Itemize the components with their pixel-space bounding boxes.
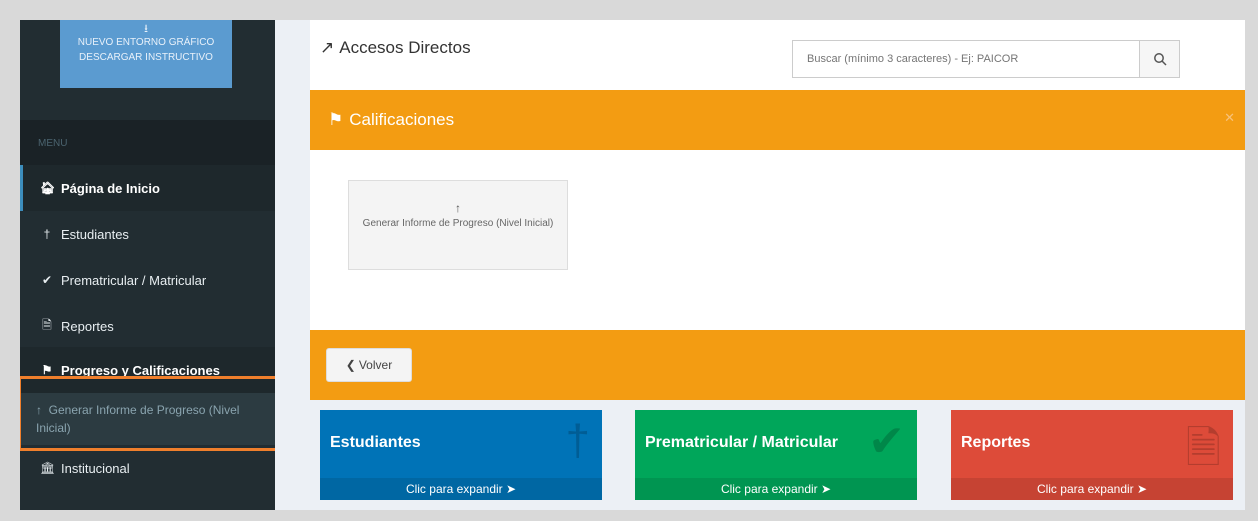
promo-line-2: DESCARGAR INSTRUCTIVO — [79, 52, 213, 63]
box-estudiantes[interactable]: † Estudiantes Clic para expandir ➤ — [320, 410, 602, 500]
app-window: ⭳ NUEVO ENTORNO GRÁFICO DESCARGAR INSTRU… — [20, 20, 1245, 510]
flag-icon: ⚑ — [328, 110, 344, 129]
box-footer-label: Clic para expandir — [1036, 482, 1134, 496]
section-title: Calificaciones — [349, 110, 455, 129]
check-icon: ✔ — [41, 273, 53, 287]
close-icon[interactable]: ✕ — [1224, 110, 1235, 126]
section-footer: ❮ Volver — [310, 330, 1245, 400]
box-reportes[interactable]: 🗎 Reportes Clic para expandir ➤ — [951, 410, 1233, 500]
box-title: Prematricular / Matricular — [645, 434, 838, 451]
student-icon: † — [565, 416, 590, 465]
institution-icon: 🏛︎ — [40, 461, 56, 475]
sidebar-item-inicio[interactable]: 🏠︎ Página de Inicio — [20, 165, 275, 211]
sidebar-item-reportes[interactable]: 🗎 Reportes — [20, 303, 275, 349]
sidebar-item-label: Página de Inicio — [61, 180, 160, 196]
back-button[interactable]: ❮ Volver — [326, 348, 412, 382]
upload-icon: ↑ — [455, 201, 461, 215]
tile-label: Generar Informe de Progreso (Nivel Inici… — [362, 218, 554, 229]
arrow-circle-right-icon: ➤ — [506, 482, 517, 496]
search-box — [792, 40, 1180, 78]
search-button[interactable] — [1139, 41, 1179, 77]
section-header-calificaciones: ⚑ Calificaciones ✕ — [310, 90, 1245, 150]
shortcut-tile-generar-informe[interactable]: ↑ Generar Informe de Progreso (Nivel Ini… — [348, 180, 568, 270]
box-title: Estudiantes — [330, 434, 421, 451]
sidebar-item-prematricular[interactable]: ✔ Prematricular / Matricular — [20, 257, 275, 303]
box-prematricular[interactable]: ✔ Prematricular / Matricular Clic para e… — [635, 410, 917, 500]
arrow-circle-right-icon: ➤ — [1137, 482, 1148, 496]
section-body: ↑ Generar Informe de Progreso (Nivel Ini… — [310, 150, 1245, 330]
search-input[interactable] — [793, 41, 1139, 77]
sidebar-item-institucional[interactable]: 🏛︎ Institucional — [20, 445, 275, 491]
search-icon — [1153, 53, 1167, 66]
file-icon: 🗎 — [42, 317, 52, 332]
box-title: Reportes — [961, 434, 1031, 451]
annotation-highlight-box — [20, 376, 275, 451]
sidebar: ⭳ NUEVO ENTORNO GRÁFICO DESCARGAR INSTRU… — [20, 20, 275, 510]
box-footer-label: Clic para expandir — [720, 482, 818, 496]
chevron-left-icon: ❮ — [345, 358, 356, 372]
box-expand-link[interactable]: Clic para expandir ➤ — [320, 478, 602, 500]
download-instructions-button[interactable]: ⭳ NUEVO ENTORNO GRÁFICO DESCARGAR INSTRU… — [60, 20, 232, 88]
page-title-text: Accesos Directos — [339, 38, 471, 57]
menu-header: MENU — [20, 120, 275, 165]
arrow-circle-right-icon: ➤ — [821, 482, 832, 496]
back-button-label: Volver — [358, 358, 393, 372]
home-icon: 🏠︎ — [40, 181, 56, 195]
sidebar-item-label: Estudiantes — [61, 226, 129, 242]
flag-icon: ⚑ — [41, 363, 53, 377]
sidebar-item-estudiantes[interactable]: † Estudiantes — [20, 211, 275, 257]
box-expand-link[interactable]: Clic para expandir ➤ — [951, 478, 1233, 500]
external-link-icon: ↗ — [320, 38, 335, 57]
sidebar-item-label: Institucional — [61, 460, 130, 476]
box-footer-label: Clic para expandir — [405, 482, 503, 496]
download-icon: ⭳ — [144, 23, 148, 35]
box-expand-link[interactable]: Clic para expandir ➤ — [635, 478, 917, 500]
main-content: ↗ Accesos Directos ⚑ Calificaciones ✕ ↑ — [310, 20, 1245, 510]
check-icon: ✔ — [868, 417, 905, 466]
promo-line-1: NUEVO ENTORNO GRÁFICO — [77, 37, 215, 48]
top-bar: ↗ Accesos Directos — [310, 20, 1245, 90]
student-icon: † — [43, 227, 51, 241]
sidebar-item-label: Prematricular / Matricular — [61, 272, 207, 288]
sidebar-item-label: Reportes — [61, 318, 114, 334]
page-title: ↗ Accesos Directos — [320, 38, 471, 58]
